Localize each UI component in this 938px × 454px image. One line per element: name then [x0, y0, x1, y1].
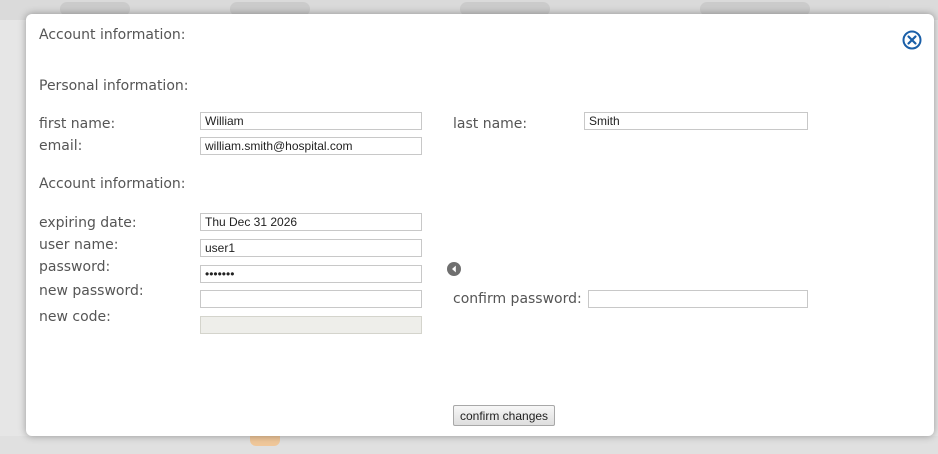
- first-name-field[interactable]: William: [200, 112, 422, 130]
- password-field[interactable]: •••••••: [200, 265, 422, 283]
- new-code-label: new code:: [39, 309, 111, 325]
- email-field[interactable]: william.smith@hospital.com: [200, 137, 422, 155]
- expiring-date-label: expiring date:: [39, 215, 137, 231]
- new-code-field: [200, 316, 422, 334]
- confirm-changes-button[interactable]: confirm changes: [453, 405, 556, 426]
- arrow-left-circle-icon[interactable]: [447, 262, 461, 276]
- background-accent: [250, 436, 280, 446]
- first-name-label: first name:: [39, 116, 116, 132]
- last-name-field[interactable]: Smith: [584, 112, 808, 130]
- user-name-label: user name:: [39, 237, 119, 253]
- new-password-field[interactable]: [200, 290, 422, 308]
- email-label: email:: [39, 138, 83, 154]
- expiring-date-field[interactable]: Thu Dec 31 2026: [200, 213, 422, 231]
- personal-information-heading: Personal information:: [39, 78, 189, 94]
- user-name-field[interactable]: user1: [200, 239, 422, 257]
- account-information-heading: Account information:: [39, 176, 186, 192]
- account-dialog: Account information: Personal informatio…: [26, 14, 934, 436]
- background-footer: [0, 436, 938, 454]
- close-icon[interactable]: [902, 30, 922, 50]
- password-label: password:: [39, 259, 111, 275]
- confirm-password-field[interactable]: [588, 290, 808, 308]
- confirm-password-label: confirm password:: [453, 291, 582, 307]
- dialog-title: Account information:: [39, 27, 186, 43]
- last-name-label: last name:: [453, 116, 528, 132]
- new-password-label: new password:: [39, 283, 144, 299]
